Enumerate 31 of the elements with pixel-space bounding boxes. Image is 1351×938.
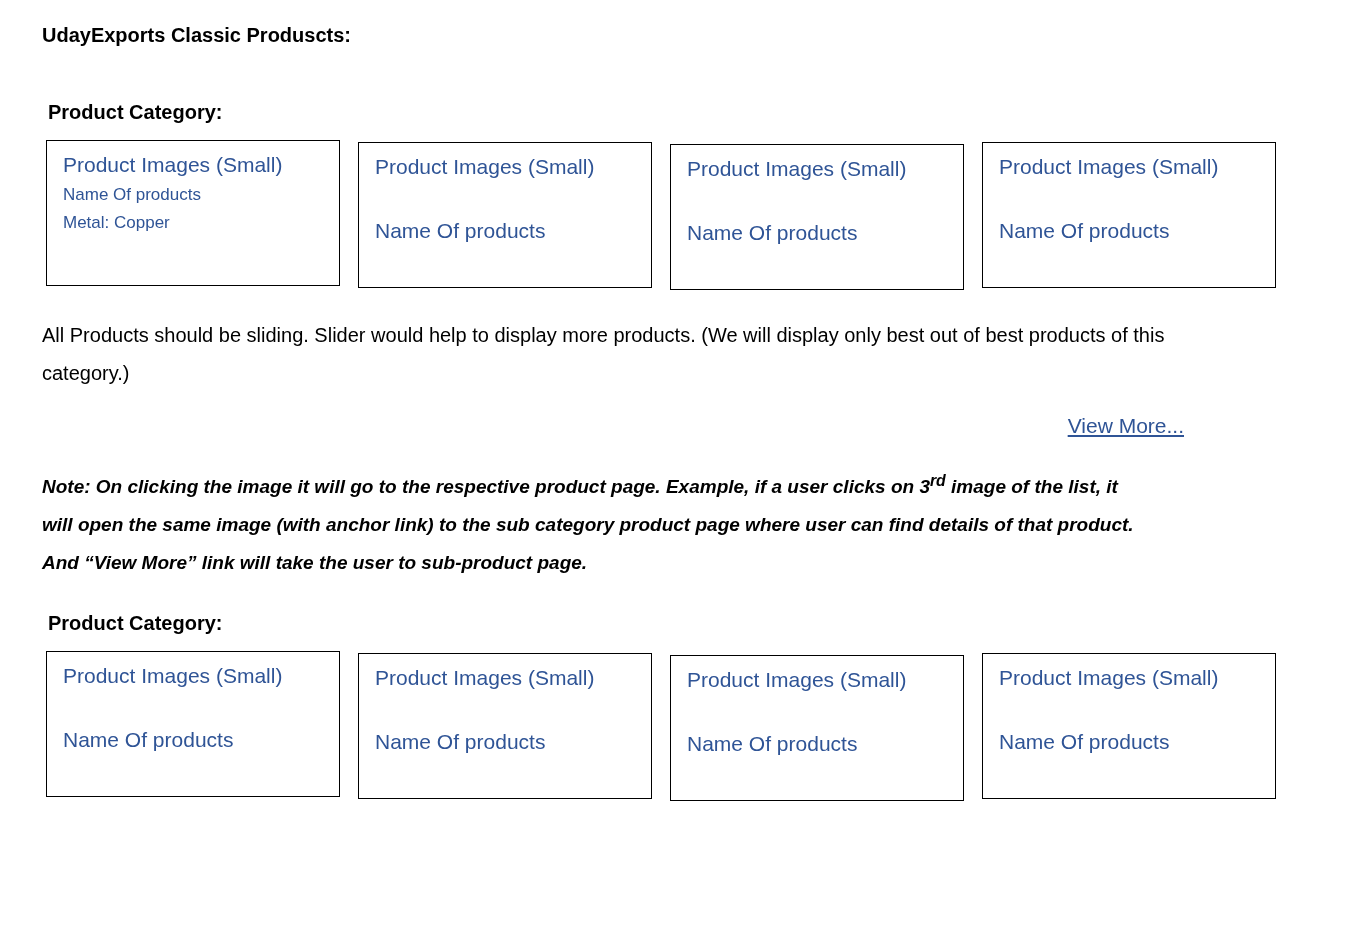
product-name: Name Of products: [999, 730, 1171, 755]
section-heading: Product Category:: [48, 101, 224, 124]
view-more-link[interactable]: View More...: [1067, 414, 1184, 438]
product-name: Name Of products: [999, 219, 1171, 243]
product-card[interactable]: Product Images (Small) Name Of products: [46, 651, 340, 798]
product-image-label: Product Images (Small): [375, 666, 596, 691]
product-image-label: Product Images (Small): [999, 666, 1220, 691]
section-heading: Product Category:: [48, 612, 224, 636]
product-card[interactable]: Product Images (Small) Name Of products Metal: Copper: [46, 140, 340, 286]
product-image-label: Product Images (Small): [687, 668, 908, 693]
product-card[interactable]: Product Images (Small) Name Of products: [670, 144, 964, 290]
product-image-label: Product Images (Small): [63, 153, 284, 177]
product-image-label: Product Images (Small): [63, 664, 284, 689]
product-image-label: Product Images (Small): [999, 155, 1220, 179]
product-image-label: Product Images (Small): [687, 157, 908, 181]
product-card[interactable]: Product Images (Small) Name Of products: [670, 655, 964, 802]
document-title: UdayExports Classic Produscts:: [42, 24, 352, 47]
product-detail: Name Of products: [63, 185, 202, 205]
product-name: Name Of products: [687, 732, 859, 757]
note-paragraph: Note: On clicking the image it will go to the respective product page. Example, if a user clicks on 3$^{rd}$ image of the list, it will open the same image (with anchor link) to the sub category product page where user can find details of that product. And “View More” link will take the user to sub-product page.: [42, 471, 1135, 576]
description-paragraph: All Products should be sliding. Slider would help to display more products. (We will display only best out of best products of this category.): [42, 323, 1166, 386]
product-name: Name Of products: [63, 728, 235, 753]
product-card[interactable]: Product Images (Small) Name Of products: [982, 653, 1276, 800]
product-name: Name Of products: [687, 221, 859, 245]
product-card[interactable]: Product Images (Small) Name Of products: [358, 142, 652, 288]
product-detail: Metal: Copper: [63, 213, 171, 233]
product-card[interactable]: Product Images (Small) Name Of products: [358, 653, 652, 800]
product-name: Name Of products: [375, 219, 547, 243]
product-image-label: Product Images (Small): [375, 155, 596, 179]
product-name: Name Of products: [375, 730, 547, 755]
product-card[interactable]: Product Images (Small) Name Of products: [982, 142, 1276, 288]
